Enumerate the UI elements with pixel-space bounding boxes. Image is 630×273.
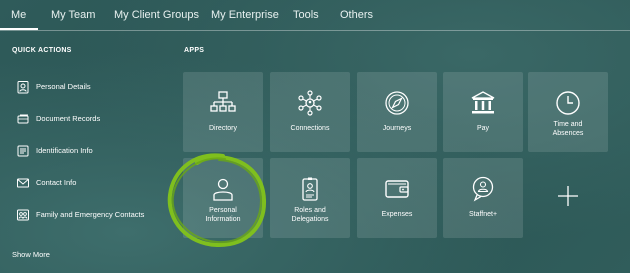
app-tile-connections[interactable]: Connections <box>270 72 350 152</box>
quick-action-contact-info[interactable]: Contact Info <box>12 176 162 196</box>
quick-action-document-records[interactable]: Document Records <box>12 112 162 132</box>
app-tile-journeys[interactable]: Journeys <box>357 72 437 152</box>
quick-action-label: Family and Emergency Contacts <box>36 210 145 219</box>
tab-others[interactable]: Others <box>340 9 373 21</box>
clock-icon <box>556 91 580 115</box>
chat-person-icon <box>472 176 494 202</box>
quick-actions-heading: QUICK ACTIONS <box>12 47 72 54</box>
tile-label: Expenses <box>381 211 413 218</box>
id-card-icon <box>17 145 29 157</box>
quick-action-label: Personal Details <box>36 82 91 91</box>
quick-action-family-emergency-contacts[interactable]: Family and Emergency Contacts <box>12 208 162 228</box>
bank-icon <box>471 91 495 114</box>
tab-me[interactable]: Me <box>11 9 26 21</box>
tile-label: Staffnet+ <box>468 211 498 218</box>
quick-action-label: Document Records <box>36 114 101 123</box>
app-tile-time-and-absences[interactable]: Time and Absences <box>528 72 608 152</box>
tile-label: Directory <box>208 125 237 132</box>
documents-icon <box>17 114 29 124</box>
quick-action-personal-details[interactable]: Personal Details <box>12 80 162 100</box>
network-icon <box>298 90 322 116</box>
tile-label: Connections <box>290 125 330 132</box>
tab-my-team[interactable]: My Team <box>51 9 95 21</box>
tab-my-enterprise[interactable]: My Enterprise <box>211 9 279 21</box>
add-app-icon[interactable] <box>556 184 580 208</box>
app-tile-staffnet[interactable]: Staffnet+ <box>443 158 523 238</box>
show-more-link[interactable]: Show More <box>12 250 50 259</box>
quick-action-label: Contact Info <box>36 178 77 187</box>
app-tile-expenses[interactable]: Expenses <box>357 158 437 238</box>
tile-label: Pay <box>476 125 490 132</box>
apps-heading: APPS <box>184 47 205 54</box>
wallet-icon <box>385 180 409 198</box>
person-badge-icon <box>17 81 29 94</box>
app-tile-directory[interactable]: Directory <box>183 72 263 152</box>
highlight-circle-annotation <box>167 153 267 248</box>
tile-label: Roles and Delegations <box>291 207 329 223</box>
tile-label: Time and Absences <box>552 121 584 137</box>
compass-icon <box>385 91 409 115</box>
quick-action-identification-info[interactable]: Identification Info <box>12 144 162 164</box>
app-tile-roles-and-delegations[interactable]: Roles and Delegations <box>270 158 350 238</box>
quick-action-label: Identification Info <box>36 146 93 155</box>
envelope-icon <box>17 178 29 188</box>
org-chart-icon <box>210 91 236 112</box>
app-tile-pay[interactable]: Pay <box>443 72 523 152</box>
top-navigation: Me My Team My Client Groups My Enterpris… <box>0 0 630 30</box>
tab-my-client-groups[interactable]: My Client Groups <box>114 9 199 21</box>
tab-tools[interactable]: Tools <box>293 9 319 21</box>
tile-label: Journeys <box>382 125 412 132</box>
family-icon <box>17 209 29 221</box>
badge-icon <box>302 177 318 201</box>
nav-divider <box>0 30 630 31</box>
